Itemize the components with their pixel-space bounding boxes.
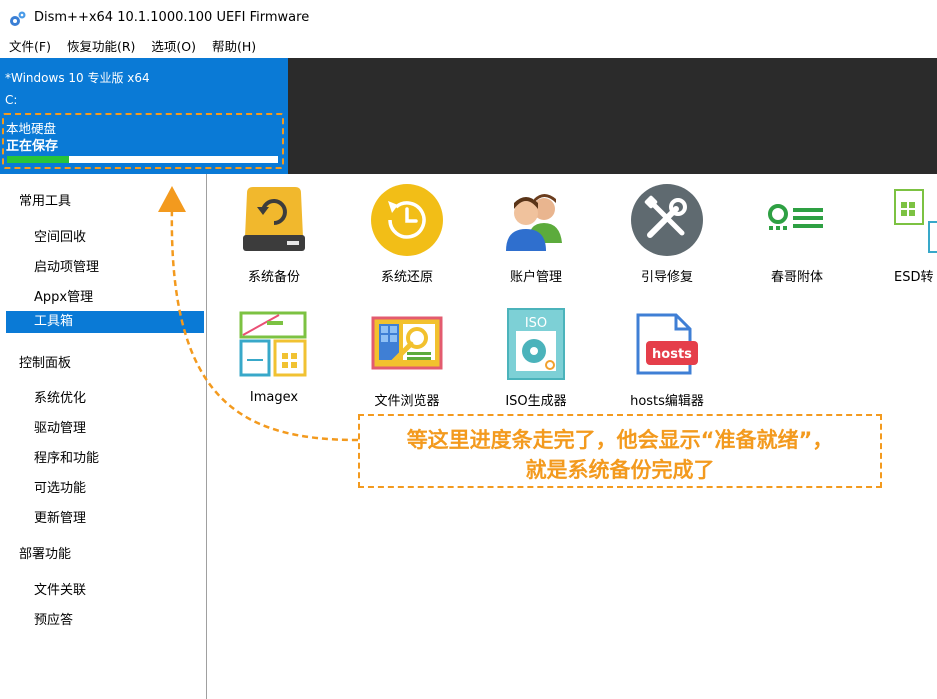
tool-label: 引导修复 [640, 270, 693, 285]
sidebar-item-updates[interactable]: 更新管理 [34, 507, 86, 526]
title-bar: Dism++x64 10.1.1000.100 UEFI Firmware [0, 0, 937, 36]
sidebar-section-common: 常用工具 [19, 194, 72, 209]
tool-account-management[interactable]: 账户管理 [476, 180, 596, 285]
toggle-list-icon [768, 204, 823, 230]
tool-imagex[interactable]: Imagex [214, 304, 334, 405]
hosts-file-icon: hosts [636, 313, 698, 375]
sidebar-item-drivers[interactable]: 驱动管理 [34, 417, 86, 436]
highlight-box [2, 113, 284, 169]
gear-icon [10, 11, 26, 26]
sidebar-item-optimize[interactable]: 系统优化 [34, 387, 86, 406]
sidebar-section-control-panel: 控制面板 [19, 356, 72, 371]
file-browser-icon [371, 316, 443, 370]
tool-label: 账户管理 [509, 270, 562, 285]
sidebar-item-optional-features[interactable]: 可选功能 [34, 477, 86, 496]
sidebar-item-file-assoc[interactable]: 文件关联 [34, 579, 86, 598]
annotation-line-2: 就是系统备份完成了 [525, 458, 715, 482]
session-strip: *Windows 10 专业版 x64 C: 本地硬盘 正在保存 [0, 58, 937, 174]
tool-system-backup[interactable]: 系统备份 [214, 180, 334, 285]
menu-bar: 文件(F) 恢复功能(R) 选项(O) 帮助(H) [0, 36, 937, 58]
sidebar-item-startup[interactable]: 启动项管理 [34, 256, 99, 275]
annotation-line-1: 等这里进度条走完了，他会显示“准备就绪”， [406, 428, 834, 452]
tool-file-browser[interactable]: 文件浏览器 [347, 304, 467, 409]
tool-boot-repair[interactable]: 引导修复 [607, 180, 727, 285]
wrench-screwdriver-icon [631, 184, 703, 256]
backup-drive-icon [243, 187, 305, 251]
sidebar-item-programs[interactable]: 程序和功能 [34, 447, 99, 466]
menu-recovery[interactable]: 恢复功能(R) [59, 36, 143, 58]
users-icon [506, 194, 562, 251]
sidebar: 常用工具 空间回收 启动项管理 Appx管理 工具箱 控制面板 系统优化 驱动管… [0, 174, 207, 699]
sidebar-item-space-recovery[interactable]: 空间回收 [34, 226, 86, 245]
svg-text:hosts: hosts [652, 347, 692, 362]
menu-file[interactable]: 文件(F) [0, 36, 59, 58]
annotation-note: 等这里进度条走完了，他会显示“准备就绪”， 就是系统备份完成了 [358, 414, 882, 488]
tool-label: 文件浏览器 [374, 394, 440, 409]
restore-clock-icon [371, 184, 443, 256]
tool-esd-convert[interactable]: ESD转 [856, 180, 937, 285]
imagex-icon [239, 311, 307, 377]
drive-letter: C: [5, 93, 18, 107]
tool-iso-generator[interactable]: ISO ISO生成器 [476, 304, 596, 409]
sidebar-section-deploy: 部署功能 [19, 547, 72, 562]
sidebar-item-toolbox[interactable]: 工具箱 [6, 311, 204, 333]
tool-label: ISO生成器 [505, 394, 567, 409]
esd-convert-icon [894, 189, 937, 253]
tool-label: Imagex [249, 390, 299, 405]
tool-hosts-editor[interactable]: hosts hosts编辑器 [607, 304, 727, 409]
menu-options[interactable]: 选项(O) [143, 36, 204, 58]
tool-label: hosts编辑器 [630, 394, 704, 409]
tool-label: 春哥附体 [770, 270, 823, 285]
svg-text:ISO: ISO [525, 316, 547, 331]
iso-disc-icon: ISO [507, 308, 565, 380]
tool-chunge[interactable]: 春哥附体 [737, 180, 857, 285]
tool-system-restore[interactable]: 系统还原 [347, 180, 467, 285]
window-title: Dism++x64 10.1.1000.100 UEFI Firmware [34, 10, 310, 25]
tool-label: ESD转 [894, 270, 934, 285]
menu-help[interactable]: 帮助(H) [204, 36, 264, 58]
tool-label: 系统备份 [247, 270, 300, 285]
sidebar-item-appx[interactable]: Appx管理 [34, 286, 93, 305]
sidebar-item-answer-file[interactable]: 预应答 [34, 609, 73, 628]
os-name: *Windows 10 专业版 x64 [5, 71, 150, 85]
tool-label: 系统还原 [380, 270, 433, 285]
